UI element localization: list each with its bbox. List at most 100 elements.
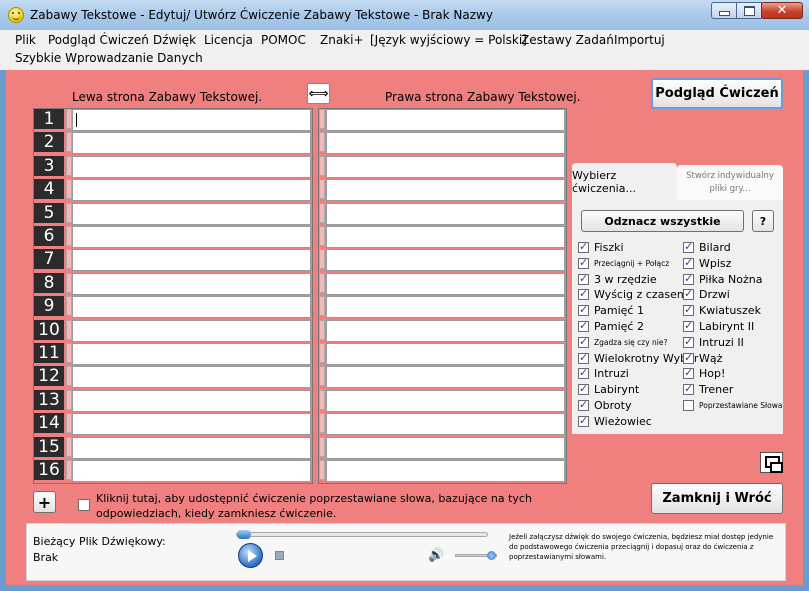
exercise-checkbox[interactable] <box>578 256 589 269</box>
right-row-handle[interactable] <box>319 460 325 480</box>
menu-znaki[interactable]: Znaki+ <box>316 33 368 47</box>
close-and-return-button[interactable]: Zamknij i Wróć <box>651 483 783 514</box>
menu-podglad-cwiczen[interactable]: Podgląd Ćwiczeń <box>44 33 153 47</box>
exercise-checkbox[interactable] <box>578 414 589 427</box>
left-text-field[interactable] <box>72 296 311 318</box>
left-text-input[interactable] <box>73 414 310 434</box>
left-text-input[interactable] <box>73 438 310 458</box>
exercise-checkbox[interactable] <box>683 366 694 379</box>
right-row-handle[interactable] <box>319 132 325 152</box>
right-row-handle[interactable] <box>319 296 325 316</box>
left-text-input[interactable] <box>73 110 310 130</box>
exercise-checkbox[interactable] <box>578 398 589 411</box>
left-text-input[interactable] <box>73 391 310 411</box>
left-text-field[interactable] <box>72 320 311 342</box>
exercise-option[interactable]: Wąż <box>683 351 722 366</box>
right-row-handle[interactable] <box>319 179 325 199</box>
add-row-button[interactable]: + <box>33 491 56 513</box>
exercise-option[interactable]: Wieżowiec <box>578 414 652 429</box>
play-button[interactable] <box>238 543 263 568</box>
right-text-field[interactable] <box>326 343 565 365</box>
exercise-checkbox[interactable] <box>578 287 589 300</box>
exercise-option[interactable]: Wyścig z czasem <box>578 287 688 302</box>
left-text-field[interactable] <box>72 366 311 388</box>
exercise-checkbox[interactable] <box>683 287 694 300</box>
exercise-option[interactable]: 3 w rzędzie <box>578 272 657 287</box>
right-text-input[interactable] <box>327 157 564 177</box>
right-text-field[interactable] <box>326 366 565 388</box>
exercise-option[interactable]: Piłka Nożna <box>683 272 762 287</box>
right-text-field[interactable] <box>326 249 565 271</box>
right-row-handle[interactable] <box>319 343 325 363</box>
right-text-field[interactable] <box>326 437 565 459</box>
left-text-input[interactable] <box>73 297 310 317</box>
menu-zestawy-zadan[interactable]: Zestawy Zadań <box>517 33 618 47</box>
left-text-input[interactable] <box>73 133 310 153</box>
exercise-option[interactable]: Labirynt <box>578 382 639 397</box>
close-window-button[interactable]: ✕ <box>761 2 803 19</box>
exercise-option[interactable]: Bilard <box>683 240 731 255</box>
exercise-option[interactable]: Przeciągnij + Połącz <box>578 256 669 271</box>
exercise-checkbox[interactable] <box>683 303 694 316</box>
stop-button[interactable] <box>275 551 284 560</box>
exercise-option[interactable]: Pamięć 1 <box>578 303 644 318</box>
right-row-handle[interactable] <box>319 226 325 246</box>
right-text-field[interactable] <box>326 273 565 295</box>
right-row-handle[interactable] <box>319 366 325 386</box>
tab-choose-exercises[interactable]: Wybierz ćwiczenia... <box>572 163 677 201</box>
exercise-checkbox[interactable] <box>578 272 589 285</box>
exercise-option[interactable]: Zgadza się czy nie? <box>578 335 667 350</box>
right-text-input[interactable] <box>327 274 564 294</box>
menu-pomoc[interactable]: POMOC <box>257 33 310 47</box>
left-text-field[interactable] <box>72 156 311 178</box>
left-text-field[interactable] <box>72 203 311 225</box>
right-row-handle[interactable] <box>319 390 325 410</box>
left-text-field[interactable] <box>72 460 311 482</box>
right-row-handle[interactable] <box>319 273 325 293</box>
exercise-checkbox[interactable] <box>683 335 694 348</box>
right-text-field[interactable] <box>326 156 565 178</box>
right-text-input[interactable] <box>327 321 564 341</box>
left-text-input[interactable] <box>73 157 310 177</box>
exercise-option[interactable]: Fiszki <box>578 240 624 255</box>
right-text-input[interactable] <box>327 250 564 270</box>
exercise-checkbox[interactable] <box>683 256 694 269</box>
right-row-handle[interactable] <box>319 320 325 340</box>
left-text-field[interactable] <box>72 132 311 154</box>
left-text-input[interactable] <box>73 274 310 294</box>
menu-importuj[interactable]: Importuj <box>610 33 669 47</box>
restore-panel-button[interactable] <box>760 452 783 473</box>
left-text-input[interactable] <box>73 367 310 387</box>
right-text-input[interactable] <box>327 344 564 364</box>
left-text-input[interactable] <box>73 250 310 270</box>
menu-jezyk-wyjsciowy[interactable]: [Język wyjściowy = Polski] <box>366 33 531 47</box>
right-row-handle[interactable] <box>319 109 325 129</box>
right-text-input[interactable] <box>327 367 564 387</box>
exercise-option[interactable]: Pamięć 2 <box>578 319 644 334</box>
left-text-field[interactable] <box>72 390 311 412</box>
seek-thumb[interactable] <box>237 530 251 539</box>
exercise-option[interactable]: Wpisz <box>683 256 731 271</box>
tab-create-game-files[interactable]: Stwórz indywidualny pliki gry... <box>677 165 783 200</box>
right-text-field[interactable] <box>326 132 565 154</box>
left-text-field[interactable] <box>72 226 311 248</box>
exercise-option[interactable]: Poprzestawiane Słowa <box>683 398 782 413</box>
left-text-input[interactable] <box>73 321 310 341</box>
audio-seek-bar[interactable] <box>236 530 488 539</box>
left-text-input[interactable] <box>73 461 310 481</box>
right-text-input[interactable] <box>327 227 564 247</box>
deselect-all-button[interactable]: Odznacz wszystkie <box>581 210 744 232</box>
left-text-input[interactable] <box>73 180 310 200</box>
right-text-field[interactable] <box>326 179 565 201</box>
exercise-checkbox[interactable] <box>578 240 589 253</box>
exercise-option[interactable]: Intruzi <box>578 366 629 381</box>
right-row-handle[interactable] <box>319 413 325 433</box>
volume-slider[interactable] <box>455 551 497 560</box>
right-row-handle[interactable] <box>319 437 325 457</box>
exercise-checkbox[interactable] <box>578 319 589 332</box>
share-word-scramble-checkbox[interactable] <box>78 499 90 511</box>
exercise-checkbox[interactable] <box>683 319 694 332</box>
right-text-field[interactable] <box>326 203 565 225</box>
left-text-field[interactable] <box>72 109 311 131</box>
left-text-input[interactable] <box>73 204 310 224</box>
